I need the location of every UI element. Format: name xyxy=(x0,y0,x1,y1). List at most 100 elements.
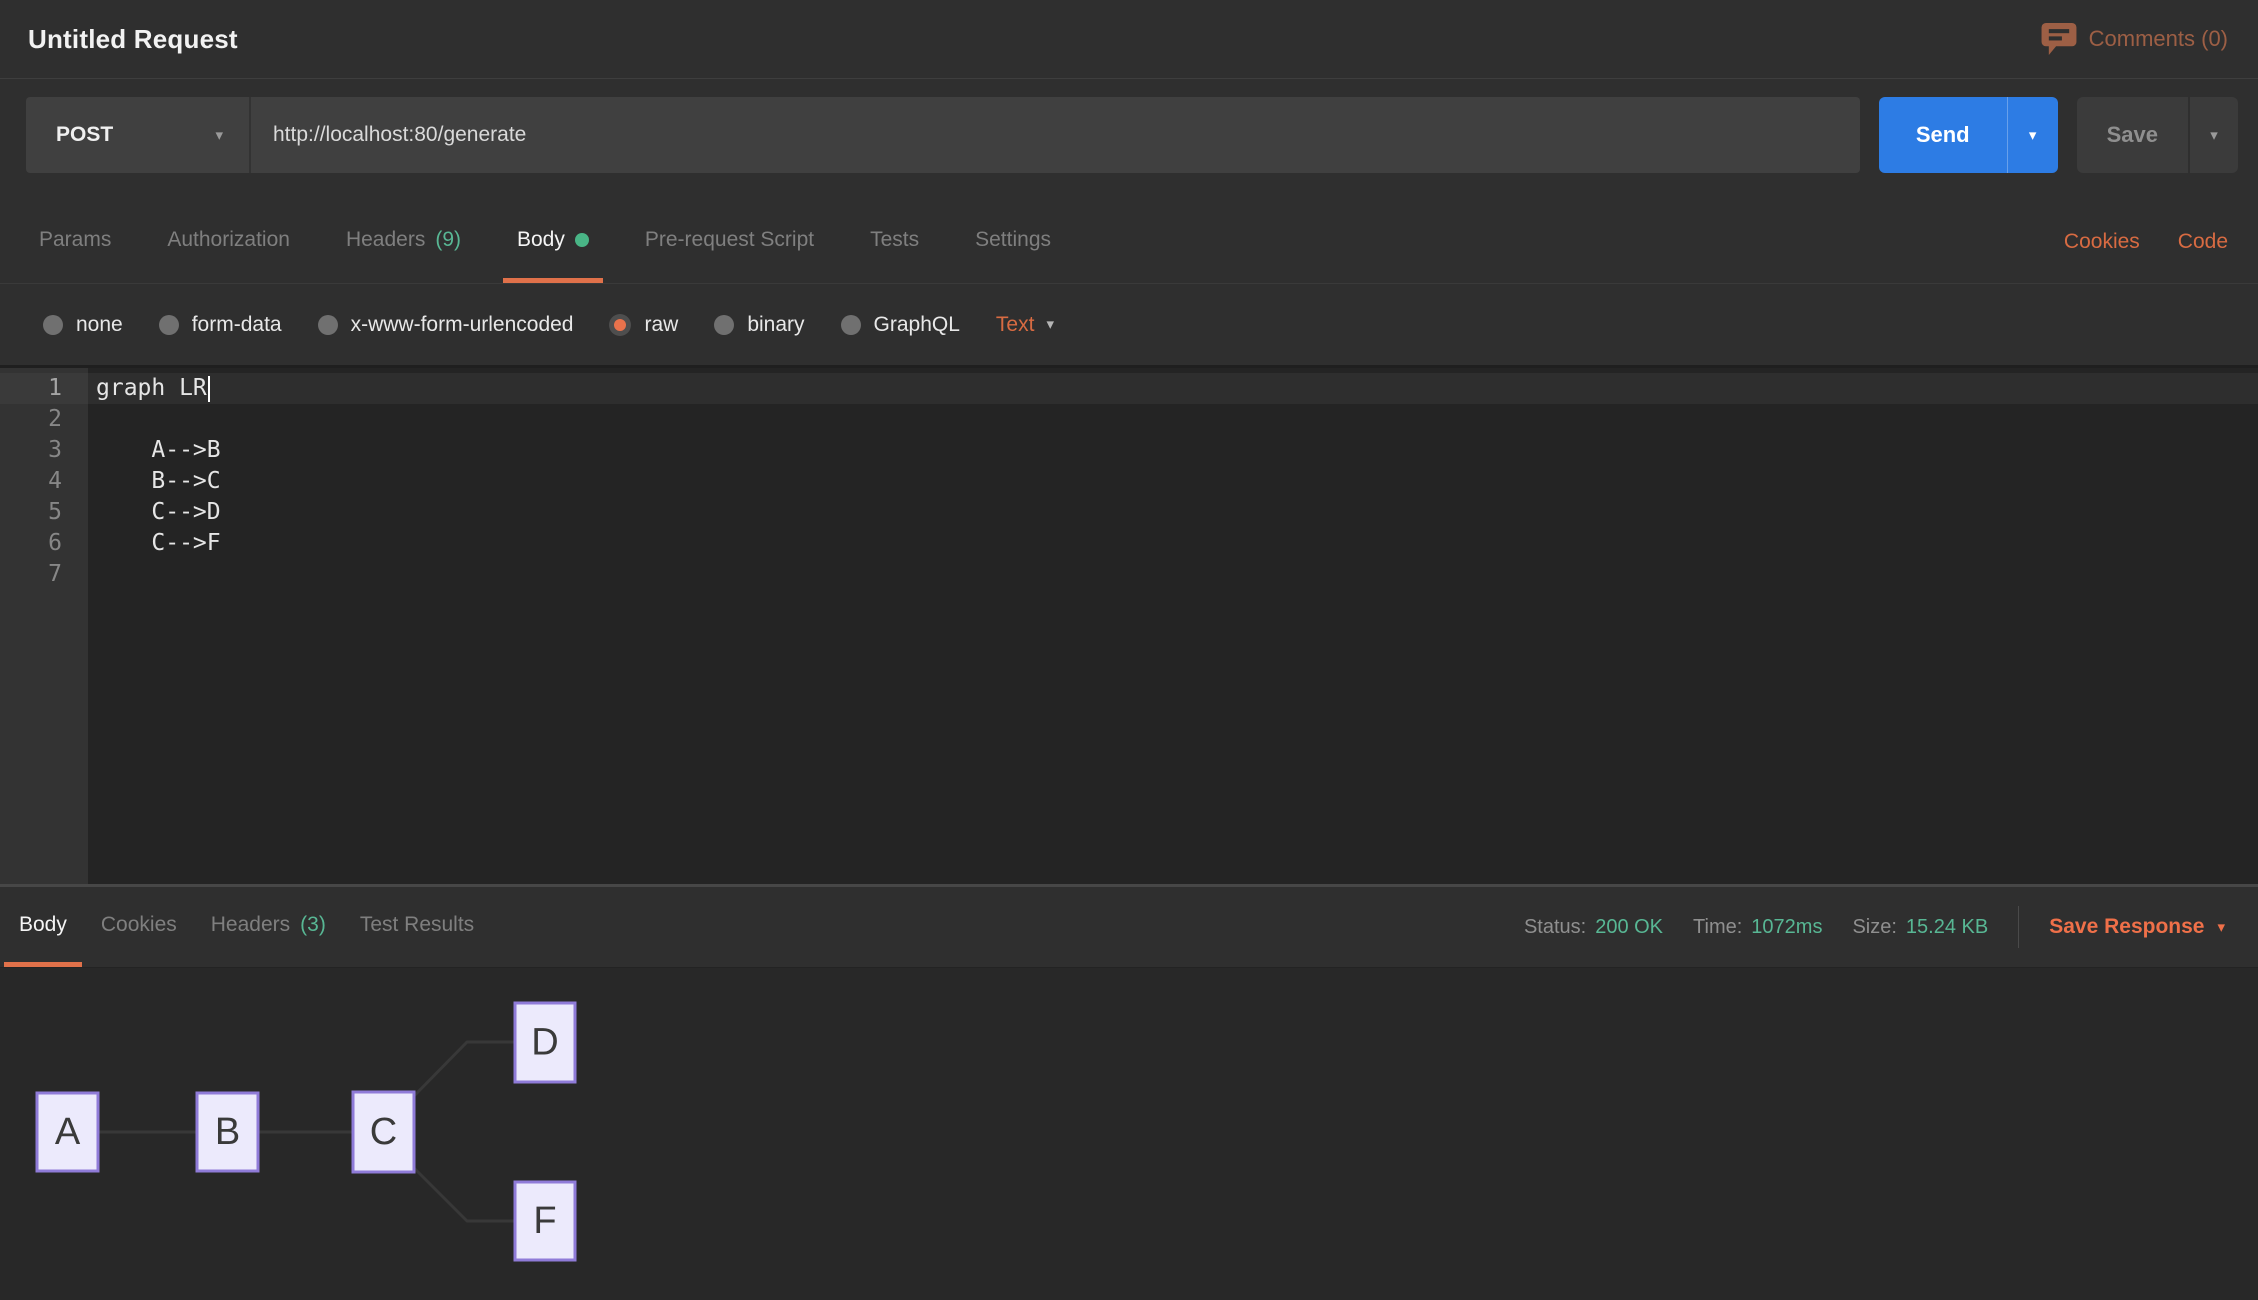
request-title: Untitled Request xyxy=(28,24,238,55)
meta-divider xyxy=(2018,906,2019,948)
tab-label: Params xyxy=(39,228,111,252)
tab-label: Body xyxy=(19,913,67,937)
send-button[interactable]: Send xyxy=(1879,97,2007,173)
radio-label: binary xyxy=(747,313,804,337)
line-number: 2 xyxy=(0,404,88,435)
save-response-button[interactable]: Save Response ▾ xyxy=(2049,915,2225,939)
format-label: Text xyxy=(996,313,1035,337)
graph-node-F: F xyxy=(515,1182,575,1260)
body-mode-row: none form-data x-www-form-urlencoded raw bin… xyxy=(0,284,2258,368)
tab-count: (9) xyxy=(435,228,461,252)
tab-label: Headers xyxy=(346,228,425,252)
comments-label: Comments (0) xyxy=(2089,26,2228,52)
response-bar: Body Cookies Headers (3) Test Results Status… xyxy=(0,884,2258,968)
method-select[interactable]: POST ▾ xyxy=(26,97,251,173)
tab-label: Settings xyxy=(975,228,1051,252)
graph-node-C: C xyxy=(353,1092,414,1172)
meta-status: Status:200 OK xyxy=(1524,916,1663,939)
unsaved-changes-dot-icon xyxy=(575,233,589,247)
tab-headers[interactable]: Headers (9) xyxy=(332,201,475,283)
tab-body[interactable]: Body xyxy=(503,201,603,283)
tab-label: Authorization xyxy=(167,228,290,252)
meta-time: Time:1072ms xyxy=(1693,916,1822,939)
body-mode-graphql[interactable]: GraphQL xyxy=(841,313,960,337)
tab-settings[interactable]: Settings xyxy=(961,201,1065,283)
send-options-caret[interactable]: ▾ xyxy=(2007,97,2058,173)
radio-icon xyxy=(841,315,861,335)
response-tab-test-results[interactable]: Test Results xyxy=(345,887,489,967)
graph-node-A: A xyxy=(37,1093,98,1171)
chevron-down-icon: ▾ xyxy=(2029,128,2037,143)
method-label: POST xyxy=(56,123,113,147)
body-mode-none[interactable]: none xyxy=(43,313,123,337)
url-input[interactable] xyxy=(251,97,1860,173)
chevron-down-icon: ▾ xyxy=(215,128,223,143)
editor-gutter: 1234567 xyxy=(0,368,88,884)
format-dropdown[interactable]: Text ▾ xyxy=(996,313,1054,337)
tab-tests[interactable]: Tests xyxy=(856,201,933,283)
tab-label: Test Results xyxy=(360,913,474,937)
code-line[interactable] xyxy=(88,559,2258,590)
request-url-row: POST ▾ Send ▾ Save ▾ xyxy=(0,79,2258,191)
response-tab-cookies[interactable]: Cookies xyxy=(86,887,192,967)
body-mode-form-data[interactable]: form-data xyxy=(159,313,282,337)
graph-node-D: D xyxy=(515,1003,575,1082)
save-button-group: Save ▾ xyxy=(2077,97,2238,173)
code-link[interactable]: Code xyxy=(2178,230,2228,254)
save-options-caret[interactable]: ▾ xyxy=(2188,97,2238,173)
response-meta-items: Status:200 OKTime:1072msSize:15.24 KB xyxy=(1524,916,1988,939)
response-tabs: Body Cookies Headers (3) Test Results xyxy=(4,887,489,967)
graph-node-label: B xyxy=(215,1111,240,1153)
tab-params[interactable]: Params xyxy=(25,201,125,283)
comments-button[interactable]: Comments (0) xyxy=(2041,23,2228,55)
code-line[interactable]: C-->F xyxy=(88,528,2258,559)
line-number: 3 xyxy=(0,435,88,466)
line-number: 4 xyxy=(0,466,88,497)
code-line[interactable]: A-->B xyxy=(88,435,2258,466)
tab-authorization[interactable]: Authorization xyxy=(153,201,304,283)
radio-label: none xyxy=(76,313,123,337)
tab-label: Pre-request Script xyxy=(645,228,814,252)
body-mode-binary[interactable]: binary xyxy=(714,313,804,337)
line-number: 1 xyxy=(0,373,88,404)
cookies-link[interactable]: Cookies xyxy=(2064,230,2140,254)
graph-edge-C-F xyxy=(414,1168,515,1221)
request-header-bar: Untitled Request Comments (0) xyxy=(0,0,2258,79)
graph-node-label: C xyxy=(370,1111,397,1153)
request-tab-links: Cookies Code xyxy=(2064,201,2228,283)
code-line[interactable]: graph LR xyxy=(88,373,2258,404)
code-text: B-->C xyxy=(96,468,221,494)
radio-icon xyxy=(159,315,179,335)
chevron-down-icon: ▾ xyxy=(1046,317,1054,332)
tab-label: Headers xyxy=(211,913,290,937)
code-text: C-->F xyxy=(96,530,221,556)
line-number: 5 xyxy=(0,497,88,528)
code-line[interactable]: B-->C xyxy=(88,466,2258,497)
meta-value: 15.24 KB xyxy=(1906,916,1988,939)
url-group: POST ▾ xyxy=(26,97,1860,173)
tab-count: (3) xyxy=(300,913,326,937)
graph-node-label: D xyxy=(531,1022,558,1064)
request-body-editor: 1234567 graph LR A-->B B-->C C-->D C-->F xyxy=(0,368,2258,884)
comment-bubble-icon xyxy=(2041,23,2077,55)
response-tab-body[interactable]: Body xyxy=(4,887,82,967)
body-mode-raw[interactable]: raw xyxy=(609,313,678,337)
chevron-down-icon: ▾ xyxy=(2217,920,2225,935)
response-tab-headers[interactable]: Headers (3) xyxy=(196,887,341,967)
body-mode-x-www-form-urlencoded[interactable]: x-www-form-urlencoded xyxy=(318,313,574,337)
radio-label: GraphQL xyxy=(874,313,960,337)
save-button[interactable]: Save xyxy=(2077,97,2188,173)
radio-label: form-data xyxy=(192,313,282,337)
tab-pre-request-script[interactable]: Pre-request Script xyxy=(631,201,828,283)
save-response-label: Save Response xyxy=(2049,915,2204,939)
radio-icon xyxy=(609,314,631,336)
meta-label: Status: xyxy=(1524,916,1586,939)
code-text: graph LR xyxy=(96,375,207,401)
rendered-graph: A B C D F xyxy=(0,968,640,1300)
chevron-down-icon: ▾ xyxy=(2210,128,2218,143)
code-line[interactable] xyxy=(88,404,2258,435)
code-line[interactable]: C-->D xyxy=(88,497,2258,528)
tab-label: Tests xyxy=(870,228,919,252)
meta-label: Time: xyxy=(1693,916,1742,939)
editor-code-area[interactable]: graph LR A-->B B-->C C-->D C-->F xyxy=(88,368,2258,884)
